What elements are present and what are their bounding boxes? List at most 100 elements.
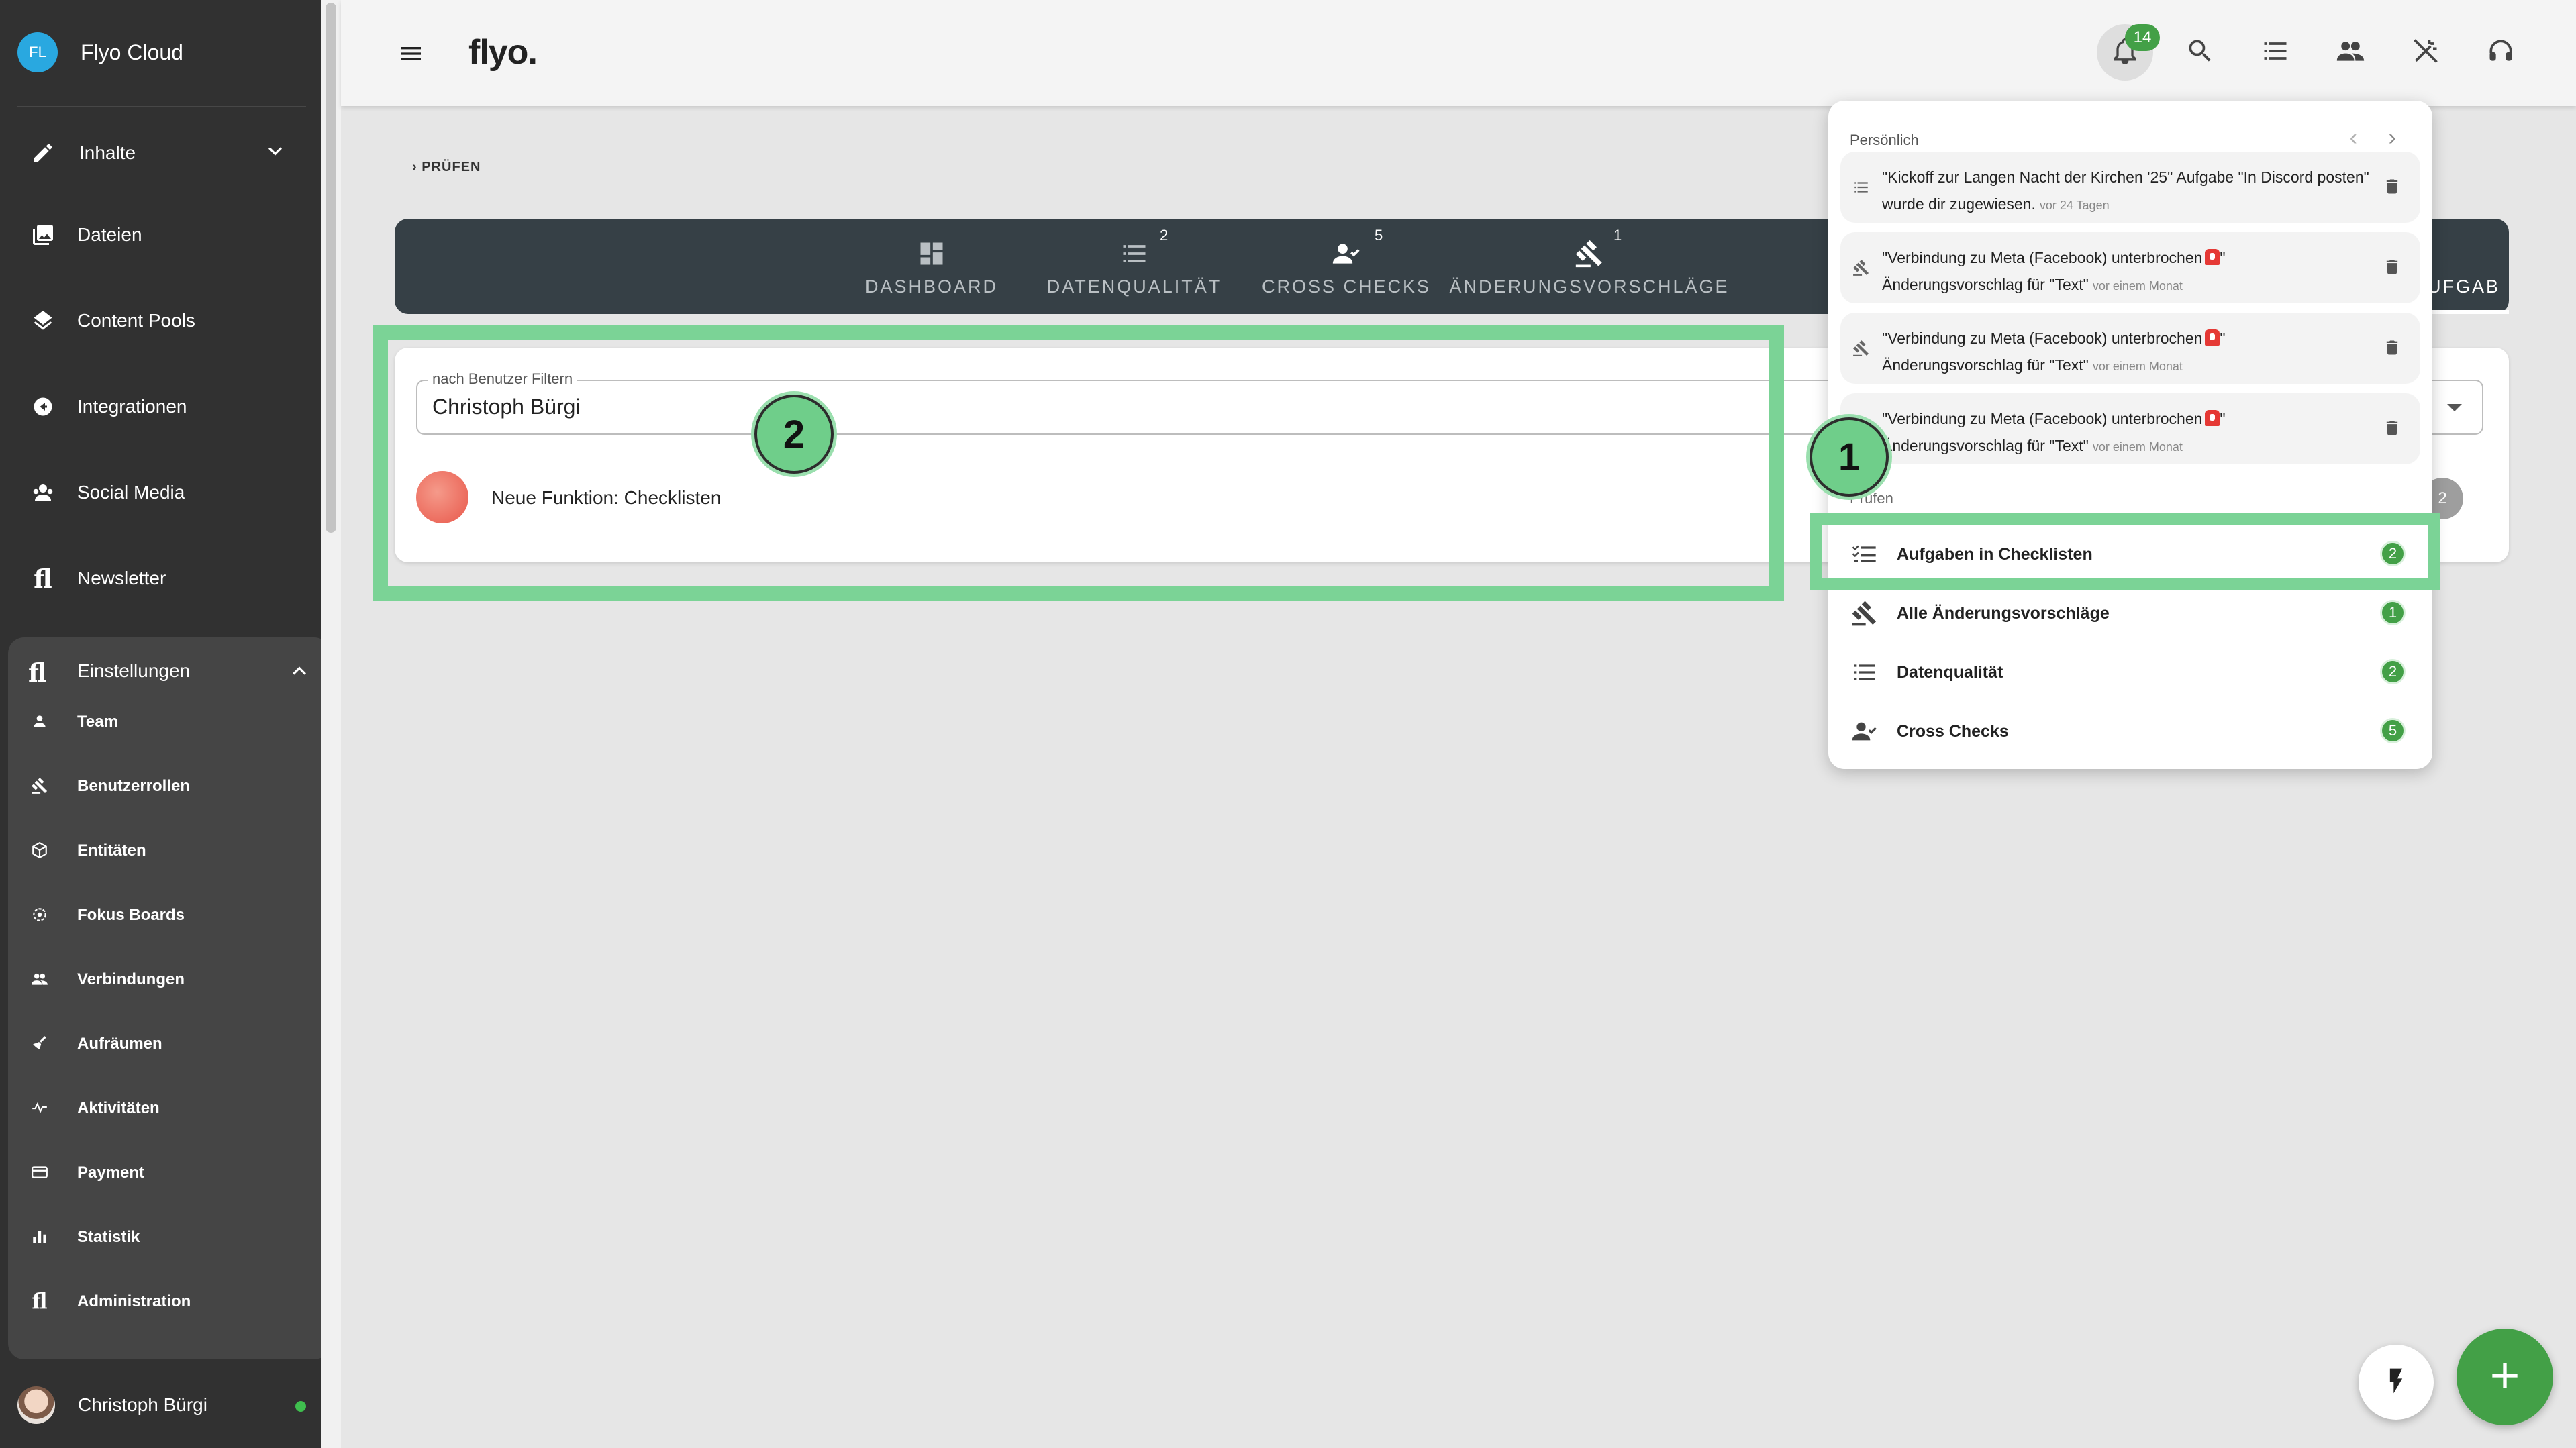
- flyo-logo-icon: fl: [28, 658, 47, 688]
- sidebar-item-label: Aufräumen: [77, 1035, 162, 1053]
- sidebar-item-content-pools[interactable]: Content Pools: [0, 287, 321, 354]
- highlight-box-aufgaben: [1810, 513, 2440, 590]
- chevron-up-icon[interactable]: [286, 658, 313, 688]
- online-status-dot: [295, 1401, 306, 1412]
- check-item-alle-aenderungsvorschlaege[interactable]: Alle Änderungsvorschläge 1: [1828, 584, 2432, 641]
- sidebar-item-integrationen[interactable]: Integrationen: [0, 373, 321, 440]
- tab-label: DATENQUALITÄT: [1046, 276, 1222, 297]
- checklist-button[interactable]: [2247, 24, 2303, 81]
- section-label: Persönlich: [1850, 132, 1919, 148]
- notification-message: ": [2220, 410, 2226, 427]
- sidebar-scrollbar[interactable]: [321, 0, 341, 1448]
- checklist-icon: [1851, 177, 1871, 197]
- siren-icon: [2205, 329, 2220, 346]
- check-item-count: 5: [2380, 718, 2406, 743]
- current-user[interactable]: Christoph Bürgi: [17, 1384, 319, 1427]
- sidebar-item-aktivitaeten[interactable]: Aktivitäten: [8, 1080, 330, 1134]
- sidebar-item-label: Inhalte: [79, 142, 136, 163]
- support-button[interactable]: [2473, 24, 2529, 81]
- notification-item[interactable]: "Verbindung zu Meta (Facebook) unterbroc…: [1840, 232, 2420, 303]
- tab-cross-checks[interactable]: 5 CROSS CHECKS: [1246, 219, 1447, 314]
- chevron-right-icon[interactable]: ›: [2389, 125, 2396, 151]
- notification-text: "Verbindung zu Meta (Facebook) unterbroc…: [1882, 244, 2379, 299]
- check-item-label: Datenqualität: [1897, 663, 2003, 682]
- notification-item[interactable]: "Kickoff zur Langen Nacht der Kirchen '2…: [1840, 152, 2420, 223]
- sidebar-item-label: Newsletter: [77, 568, 166, 588]
- siren-icon: [2205, 249, 2220, 265]
- sidebar-item-team[interactable]: Team: [8, 694, 330, 747]
- people-button[interactable]: [2322, 24, 2379, 81]
- notification-message: ": [2220, 249, 2226, 266]
- delete-icon[interactable]: [2383, 258, 2401, 280]
- brand[interactable]: FL Flyo Cloud: [17, 32, 183, 72]
- notification-item[interactable]: "Verbindung zu Meta (Facebook) unterbroc…: [1840, 393, 2420, 464]
- sidebar-item-label: Team: [77, 713, 118, 731]
- magic-button[interactable]: [2397, 24, 2454, 81]
- tab-label: DASHBOARD: [864, 276, 999, 297]
- scrollbar-thumb[interactable]: [326, 3, 336, 533]
- card-icon: [30, 1162, 50, 1182]
- sidebar-item-label: Verbindungen: [77, 970, 185, 988]
- notification-item[interactable]: "Verbindung zu Meta (Facebook) unterbroc…: [1840, 313, 2420, 384]
- sidebar-item-aufraeumen[interactable]: Aufräumen: [8, 1016, 330, 1070]
- breadcrumb-item[interactable]: PRÜFEN: [422, 160, 481, 174]
- sidebar-item-benutzerrollen[interactable]: Benutzerrollen: [8, 758, 330, 812]
- sidebar-item-label: Payment: [77, 1163, 145, 1182]
- sidebar-item-dateien[interactable]: Dateien: [0, 201, 321, 268]
- pencil-icon: [30, 140, 56, 166]
- flash-icon: [2381, 1366, 2411, 1399]
- check-item-label: Cross Checks: [1897, 722, 2009, 741]
- delete-icon[interactable]: [2383, 338, 2401, 360]
- sidebar-item-entitaeten[interactable]: Entitäten: [8, 823, 330, 876]
- check-item-cross-checks[interactable]: Cross Checks 5: [1828, 702, 2432, 760]
- notification-message: "Kickoff zur Langen Nacht der Kirchen '2…: [1882, 168, 2369, 213]
- quick-action-button[interactable]: [2359, 1345, 2434, 1420]
- broom-icon: [30, 1033, 50, 1053]
- topbar: flyo. 14: [341, 0, 2576, 106]
- sidebar-item-administration[interactable]: fl Administration: [8, 1274, 330, 1327]
- notifications-button[interactable]: 14: [2097, 24, 2160, 81]
- notification-time: vor 24 Tagen: [2039, 199, 2110, 212]
- headset-icon: [2486, 36, 2516, 69]
- delete-icon[interactable]: [2383, 177, 2401, 199]
- dropdown-caret-icon[interactable]: [2447, 404, 2462, 411]
- sidebar-item-inhalte[interactable]: Inhalte: [0, 119, 321, 187]
- notification-message: Änderungsvorschlag für "Text": [1882, 276, 2089, 293]
- search-button[interactable]: [2172, 24, 2228, 81]
- tab-count: 5: [1375, 227, 1383, 244]
- flyo-logo-icon: fl: [32, 1288, 48, 1314]
- tab-dashboard[interactable]: DASHBOARD: [864, 219, 999, 314]
- gavel-icon: [1851, 258, 1871, 278]
- flyo-logo-icon: fl: [34, 563, 52, 594]
- sidebar-item-label: Integrationen: [77, 396, 187, 417]
- app-logo[interactable]: flyo.: [468, 32, 538, 72]
- gavel-icon: [30, 776, 50, 796]
- bar-chart-icon: [30, 1227, 50, 1247]
- sidebar-item-statistik[interactable]: Statistik: [8, 1209, 330, 1263]
- sidebar-item-social-media[interactable]: Social Media: [0, 459, 321, 526]
- images-icon: [30, 221, 56, 248]
- hamburger-menu-icon[interactable]: [397, 40, 424, 70]
- siren-icon: [2205, 410, 2220, 426]
- chevron-down-icon[interactable]: [262, 138, 289, 169]
- check-item-count: 1: [2380, 600, 2406, 625]
- people-icon: [2336, 36, 2365, 69]
- tab-aenderungsvorschlaege[interactable]: 1 ÄNDERUNGSVORSCHLÄGE: [1442, 219, 1737, 314]
- tab-datenqualitaet[interactable]: 2 DATENQUALITÄT: [1034, 219, 1235, 314]
- add-button[interactable]: [2457, 1329, 2553, 1425]
- sidebar-item-verbindungen[interactable]: Verbindungen: [8, 951, 330, 1005]
- tab-count: 1: [1614, 227, 1622, 244]
- chevron-left-icon[interactable]: ‹: [2350, 125, 2357, 151]
- sidebar-item-fokus-boards[interactable]: Fokus Boards: [8, 887, 330, 941]
- sidebar-item-payment[interactable]: Payment: [8, 1145, 330, 1198]
- search-icon: [2185, 36, 2215, 69]
- sidebar-item-label: Aktivitäten: [77, 1099, 160, 1117]
- sidebar-item-label: Entitäten: [77, 841, 146, 860]
- user-name: Christoph Bürgi: [78, 1394, 207, 1415]
- notification-text: "Verbindung zu Meta (Facebook) unterbroc…: [1882, 405, 2379, 460]
- delete-icon[interactable]: [2383, 419, 2401, 441]
- check-item-datenqualitaet[interactable]: Datenqualität 2: [1828, 643, 2432, 701]
- sidebar-item-newsletter[interactable]: fl Newsletter: [0, 545, 321, 612]
- breadcrumb[interactable]: › PRÜFEN: [412, 160, 481, 175]
- sidebar-item-label: Statistik: [77, 1228, 140, 1246]
